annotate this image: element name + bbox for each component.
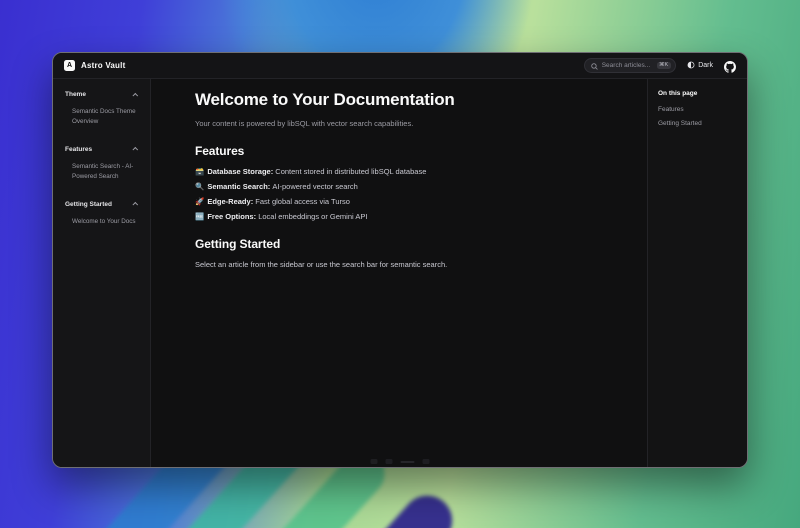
feature-desc: AI-powered vector search bbox=[272, 182, 357, 191]
theme-toggle-button[interactable]: Dark bbox=[687, 61, 713, 71]
sidebar-group-label: Getting Started bbox=[65, 201, 112, 208]
brand-logo[interactable]: A bbox=[64, 60, 75, 71]
chevron-up-icon bbox=[132, 147, 138, 153]
content-columns: Theme Semantic Docs Theme Overview Featu… bbox=[53, 79, 747, 467]
app-window: A Astro Vault Search articles... ⌘K Dark bbox=[52, 52, 748, 468]
magnifier-icon: 🔍 bbox=[195, 182, 204, 191]
toc-link-getting-started[interactable]: Getting Started bbox=[658, 120, 737, 127]
feature-item-edge-ready: 🚀Edge-ReadyFast global access via Turso bbox=[195, 197, 603, 206]
sidebar-group-toggle[interactable]: Getting Started bbox=[65, 201, 138, 208]
top-navbar: A Astro Vault Search articles... ⌘K Dark bbox=[53, 53, 747, 79]
features-heading: Features bbox=[195, 144, 603, 158]
search-shortcut-badge: ⌘K bbox=[657, 62, 671, 70]
page-subtitle: Your content is powered by libSQL with v… bbox=[195, 119, 603, 128]
feature-desc: Fast global access via Turso bbox=[255, 197, 350, 206]
toc-link-features[interactable]: Features bbox=[658, 106, 737, 113]
free-badge-icon: 🆓 bbox=[195, 212, 204, 221]
search-icon bbox=[591, 57, 598, 75]
sidebar-group-toggle[interactable]: Theme bbox=[65, 91, 138, 98]
page-title: Welcome to Your Documentation bbox=[195, 90, 603, 110]
chevron-up-icon bbox=[132, 202, 138, 208]
brand-title[interactable]: Astro Vault bbox=[81, 61, 125, 70]
sidebar-group-label: Theme bbox=[65, 91, 86, 98]
getting-started-text: Select an article from the sidebar or us… bbox=[195, 260, 603, 269]
dock-icon bbox=[386, 459, 393, 464]
theme-toggle-label: Dark bbox=[698, 62, 713, 69]
feature-label: Edge-Ready bbox=[207, 197, 255, 206]
feature-item-semantic-search: 🔍Semantic SearchAI-powered vector search bbox=[195, 182, 603, 191]
feature-label: Free Options bbox=[207, 212, 258, 221]
rocket-icon: 🚀 bbox=[195, 197, 204, 206]
card-file-box-icon: 🗃️ bbox=[195, 167, 204, 176]
feature-desc: Local embeddings or Gemini API bbox=[258, 212, 367, 221]
feature-item-free-options: 🆓Free OptionsLocal embeddings or Gemini … bbox=[195, 212, 603, 221]
sidebar-group-label: Features bbox=[65, 146, 92, 153]
sidebar-item-semantic-search[interactable]: Semantic Search - AI-Powered Search bbox=[65, 162, 138, 183]
on-this-page-panel: On this page Features Getting Started bbox=[647, 79, 747, 467]
feature-item-database-storage: 🗃️Database StorageContent stored in dist… bbox=[195, 167, 603, 176]
docs-sidebar: Theme Semantic Docs Theme Overview Featu… bbox=[53, 79, 151, 467]
feature-label: Semantic Search bbox=[207, 182, 272, 191]
sidebar-group-features: Features Semantic Search - AI-Powered Se… bbox=[65, 146, 138, 183]
search-placeholder: Search articles... bbox=[602, 62, 653, 69]
chevron-up-icon bbox=[132, 92, 138, 98]
sidebar-item-welcome-to-your-docs[interactable]: Welcome to Your Docs bbox=[65, 217, 138, 227]
getting-started-heading: Getting Started bbox=[195, 237, 603, 251]
github-icon[interactable] bbox=[724, 60, 736, 72]
sidebar-item-semantic-docs-theme-overview[interactable]: Semantic Docs Theme Overview bbox=[65, 107, 138, 128]
dock-icon bbox=[371, 459, 378, 464]
search-input[interactable]: Search articles... ⌘K bbox=[584, 58, 676, 73]
toc-title: On this page bbox=[658, 90, 737, 97]
sidebar-group-toggle[interactable]: Features bbox=[65, 146, 138, 153]
features-list: 🗃️Database StorageContent stored in dist… bbox=[195, 167, 603, 221]
feature-desc: Content stored in distributed libSQL dat… bbox=[275, 167, 426, 176]
dock-hint bbox=[371, 459, 430, 464]
sidebar-group-theme: Theme Semantic Docs Theme Overview bbox=[65, 91, 138, 128]
dock-separator bbox=[401, 461, 415, 463]
main-content: Welcome to Your Documentation Your conte… bbox=[151, 79, 647, 467]
sidebar-group-getting-started: Getting Started Welcome to Your Docs bbox=[65, 201, 138, 227]
dock-icon bbox=[423, 459, 430, 464]
moon-icon bbox=[687, 61, 695, 71]
feature-label: Database Storage bbox=[207, 167, 275, 176]
